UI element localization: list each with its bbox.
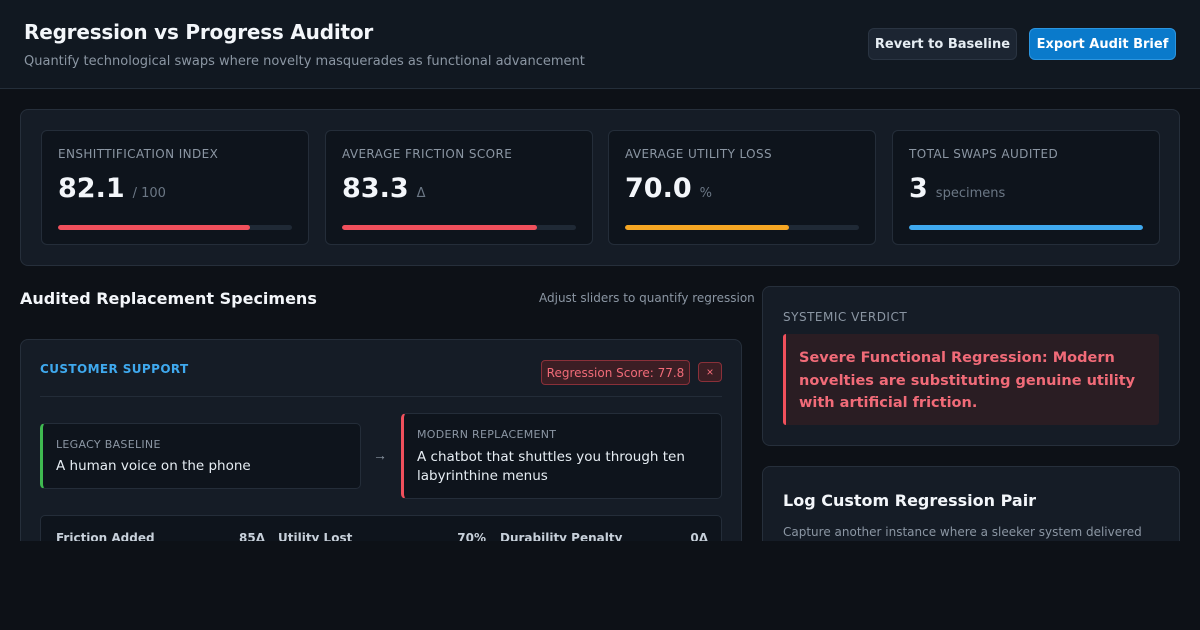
metric-card-utility-loss: AVERAGE UTILITY LOSS 70.0 % [608,130,876,245]
specimens-section-title: Audited Replacement Specimens [20,289,317,308]
metric-unit: Δ [416,186,426,201]
metric-card-friction: AVERAGE FRICTION SCORE 83.3 Δ [325,130,593,245]
metric-progress-fill [342,225,537,230]
verdict-label: SYSTEMIC VERDICT [783,310,908,324]
metric-unit: % [699,186,712,201]
metric-progress-fill [625,225,789,230]
metric-unit: specimens [935,186,1006,201]
metrics-panel: ENSHITTIFICATION INDEX 82.1 / 100 AVERAG… [20,109,1180,266]
viewport-fold-right [762,541,1182,630]
specimens-section-hint: Adjust sliders to quantify regression [539,291,755,305]
verdict-callout: Severe Functional Regression: Modern nov… [783,334,1159,425]
metric-value: 83.3 [342,173,409,204]
specimen-category: CUSTOMER SUPPORT [40,362,189,376]
modern-text: A chatbot that shuttles you through ten … [417,449,685,484]
page-subtitle: Quantify technological swaps where novel… [24,54,585,69]
legacy-text: A human voice on the phone [56,458,251,474]
card-divider [40,396,722,397]
metric-progress-bar [342,225,576,230]
revert-to-baseline-button[interactable]: Revert to Baseline [868,28,1017,60]
metric-label: TOTAL SWAPS AUDITED [909,147,1059,161]
metric-value: 82.1 [58,173,125,204]
metric-card-enshittification: ENSHITTIFICATION INDEX 82.1 / 100 [41,130,309,245]
verdict-text: Severe Functional Regression: Modern nov… [799,350,1136,411]
metric-card-total-swaps: TOTAL SWAPS AUDITED 3 specimens [892,130,1160,245]
metric-label: AVERAGE UTILITY LOSS [625,147,773,161]
metric-value: 3 [909,173,928,204]
metric-label: ENSHITTIFICATION INDEX [58,147,219,161]
metric-label: AVERAGE FRICTION SCORE [342,147,513,161]
metric-progress-bar [625,225,859,230]
regression-score-badge: Regression Score: 77.8 [541,360,690,385]
log-panel-title: Log Custom Regression Pair [783,491,1037,510]
metric-unit: / 100 [132,186,166,201]
legacy-baseline-box: LEGACY BASELINE A human voice on the pho… [40,423,361,489]
app-header: Regression vs Progress Auditor Quantify … [0,0,1200,89]
systemic-verdict-panel: SYSTEMIC VERDICT Severe Functional Regre… [762,286,1180,446]
modern-replacement-box: MODERN REPLACEMENT A chatbot that shuttl… [401,413,722,499]
metric-progress-bar [909,225,1143,230]
page-title: Regression vs Progress Auditor [24,20,374,44]
remove-specimen-button[interactable]: × [698,362,722,382]
legacy-label: LEGACY BASELINE [56,438,161,451]
arrow-right-icon: → [373,447,387,463]
metric-progress-bar [58,225,292,230]
modern-label: MODERN REPLACEMENT [417,428,557,441]
metric-progress-fill [58,225,251,230]
metric-value: 70.0 [625,173,692,204]
export-audit-brief-button[interactable]: Export Audit Brief [1029,28,1176,60]
metric-progress-fill [909,225,1143,230]
